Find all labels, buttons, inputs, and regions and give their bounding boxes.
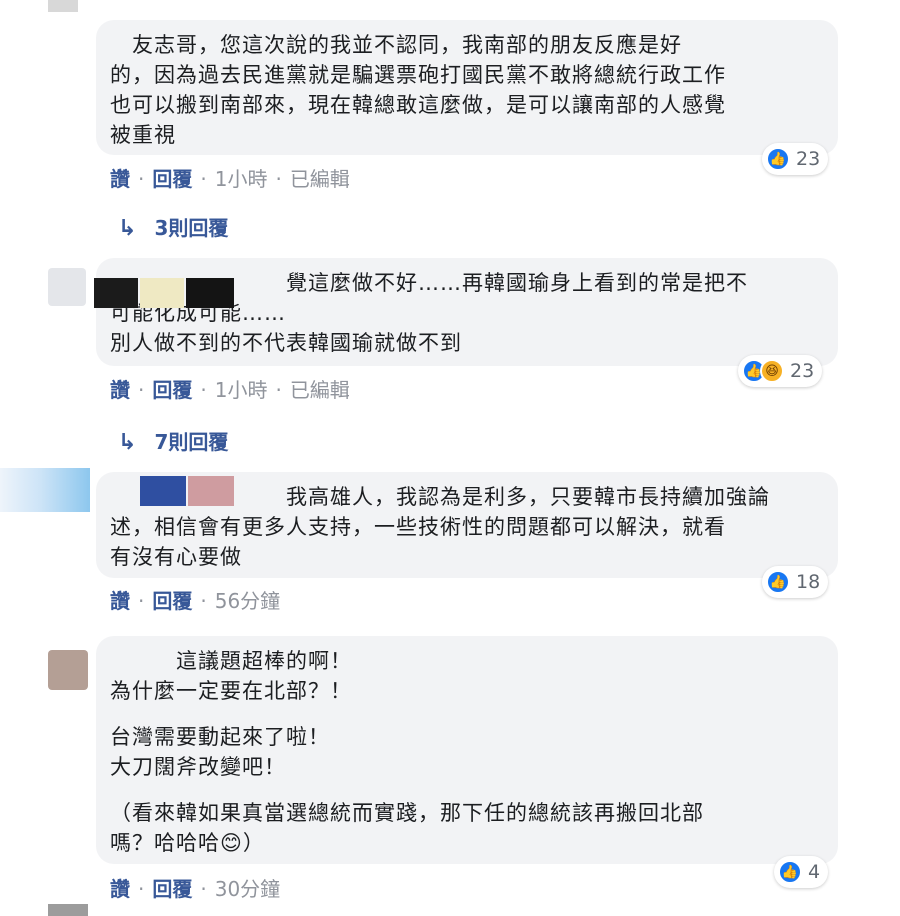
comment-actions: 讚 · 回覆 · 1小時 · 已編輯 [110, 378, 350, 402]
avatar[interactable] [48, 904, 88, 916]
comment-text: 這議題超棒的啊！ [110, 649, 352, 673]
reaction-count: 4 [808, 861, 821, 883]
comment-bubble: 這議題超棒的啊！ 為什麼一定要在北部？！ 台灣需要動起來了啦！ 大刀闊斧改變吧！… [96, 636, 838, 864]
replies-count-label: 3則回覆 [154, 216, 229, 240]
reaction-count: 23 [790, 360, 815, 382]
reaction-summary[interactable]: 👍 18 [762, 566, 829, 598]
like-icon: 👍 [766, 570, 790, 594]
like-button[interactable]: 讚 [110, 378, 130, 402]
avatar[interactable] [48, 0, 78, 12]
view-replies-link[interactable]: ↳ 3則回覆 [118, 212, 228, 241]
comment-bubble: 友志哥，您這次說的我並不認同，我南部的朋友反應是好 的，因為過去民進黨就是騙選票… [96, 20, 838, 155]
reaction-count: 18 [796, 571, 821, 593]
reply-button[interactable]: 回覆 [152, 877, 192, 901]
avatar[interactable] [48, 268, 86, 306]
like-button[interactable]: 讚 [110, 877, 130, 901]
comment-text: 友志哥，您這次說的我並不認同，我南部的朋友反應是好 [110, 33, 682, 57]
like-icon: 👍 [778, 860, 802, 884]
comment-timestamp[interactable]: 1小時 [215, 378, 268, 402]
reply-arrow-icon: ↳ [118, 216, 137, 241]
comment-text: 也可以搬到南部來，現在韓總敢這麼做，是可以讓南部的人感覺 [110, 93, 726, 117]
comment-text: 的，因為過去民進黨就是騙選票砲打國民黨不敢將總統行政工作 [110, 63, 726, 87]
commenter-name[interactable] [140, 476, 186, 506]
commenter-name[interactable] [140, 278, 184, 308]
reply-arrow-icon: ↳ [118, 430, 137, 455]
comment-bubble: 覺這麼做不好……再韓國瑜身上看到的常是把不 可能化成可能…… 別人做不到的不代表… [96, 258, 838, 366]
comment-actions: 讚 · 回覆 · 56分鐘 [110, 589, 281, 613]
reply-button[interactable]: 回覆 [152, 167, 192, 191]
commenter-name[interactable] [186, 278, 234, 308]
comment-text: 大刀闊斧改變吧！ [110, 755, 286, 779]
comment-text: 述，相信會有更多人支持，一些技術性的問題都可以解決，就看 [110, 515, 726, 539]
comment-text: 嗎？哈哈哈😊） [110, 831, 265, 855]
avatar[interactable] [0, 468, 90, 512]
view-replies-link[interactable]: ↳ 7則回覆 [118, 426, 228, 455]
comment-actions: 讚 · 回覆 · 30分鐘 [110, 877, 281, 901]
comment-timestamp[interactable]: 56分鐘 [215, 589, 280, 613]
haha-icon: 😆 [760, 359, 784, 383]
like-button[interactable]: 讚 [110, 589, 130, 613]
comment-text: 別人做不到的不代表韓國瑜就做不到 [110, 331, 462, 355]
comment-text: 台灣需要動起來了啦！ [110, 725, 330, 749]
comment-text: 有沒有心要做 [110, 545, 242, 569]
avatar[interactable] [48, 650, 88, 690]
comment-text: 被重視 [110, 123, 176, 147]
comment-actions: 讚 · 回覆 · 1小時 · 已編輯 [110, 167, 350, 191]
like-icon: 👍 [766, 147, 790, 171]
reply-button[interactable]: 回覆 [152, 378, 192, 402]
comment-timestamp[interactable]: 1小時 [215, 167, 268, 191]
reaction-summary[interactable]: 👍 23 [762, 143, 829, 175]
edited-label[interactable]: 已編輯 [290, 378, 350, 402]
edited-label[interactable]: 已編輯 [290, 167, 350, 191]
reply-button[interactable]: 回覆 [152, 589, 192, 613]
commenter-name[interactable] [94, 278, 138, 308]
commenter-name[interactable] [188, 476, 234, 506]
reaction-summary[interactable]: 👍 4 [774, 856, 829, 888]
reaction-count: 23 [796, 148, 821, 170]
comment-text: （看來韓如果真當選總統而實踐，那下任的總統該再搬回北部 [110, 801, 704, 825]
comment-timestamp[interactable]: 30分鐘 [215, 877, 280, 901]
reaction-summary[interactable]: 👍 😆 23 [738, 355, 823, 387]
like-button[interactable]: 讚 [110, 167, 130, 191]
comment-text: 為什麼一定要在北部？！ [110, 679, 352, 703]
replies-count-label: 7則回覆 [154, 430, 229, 454]
